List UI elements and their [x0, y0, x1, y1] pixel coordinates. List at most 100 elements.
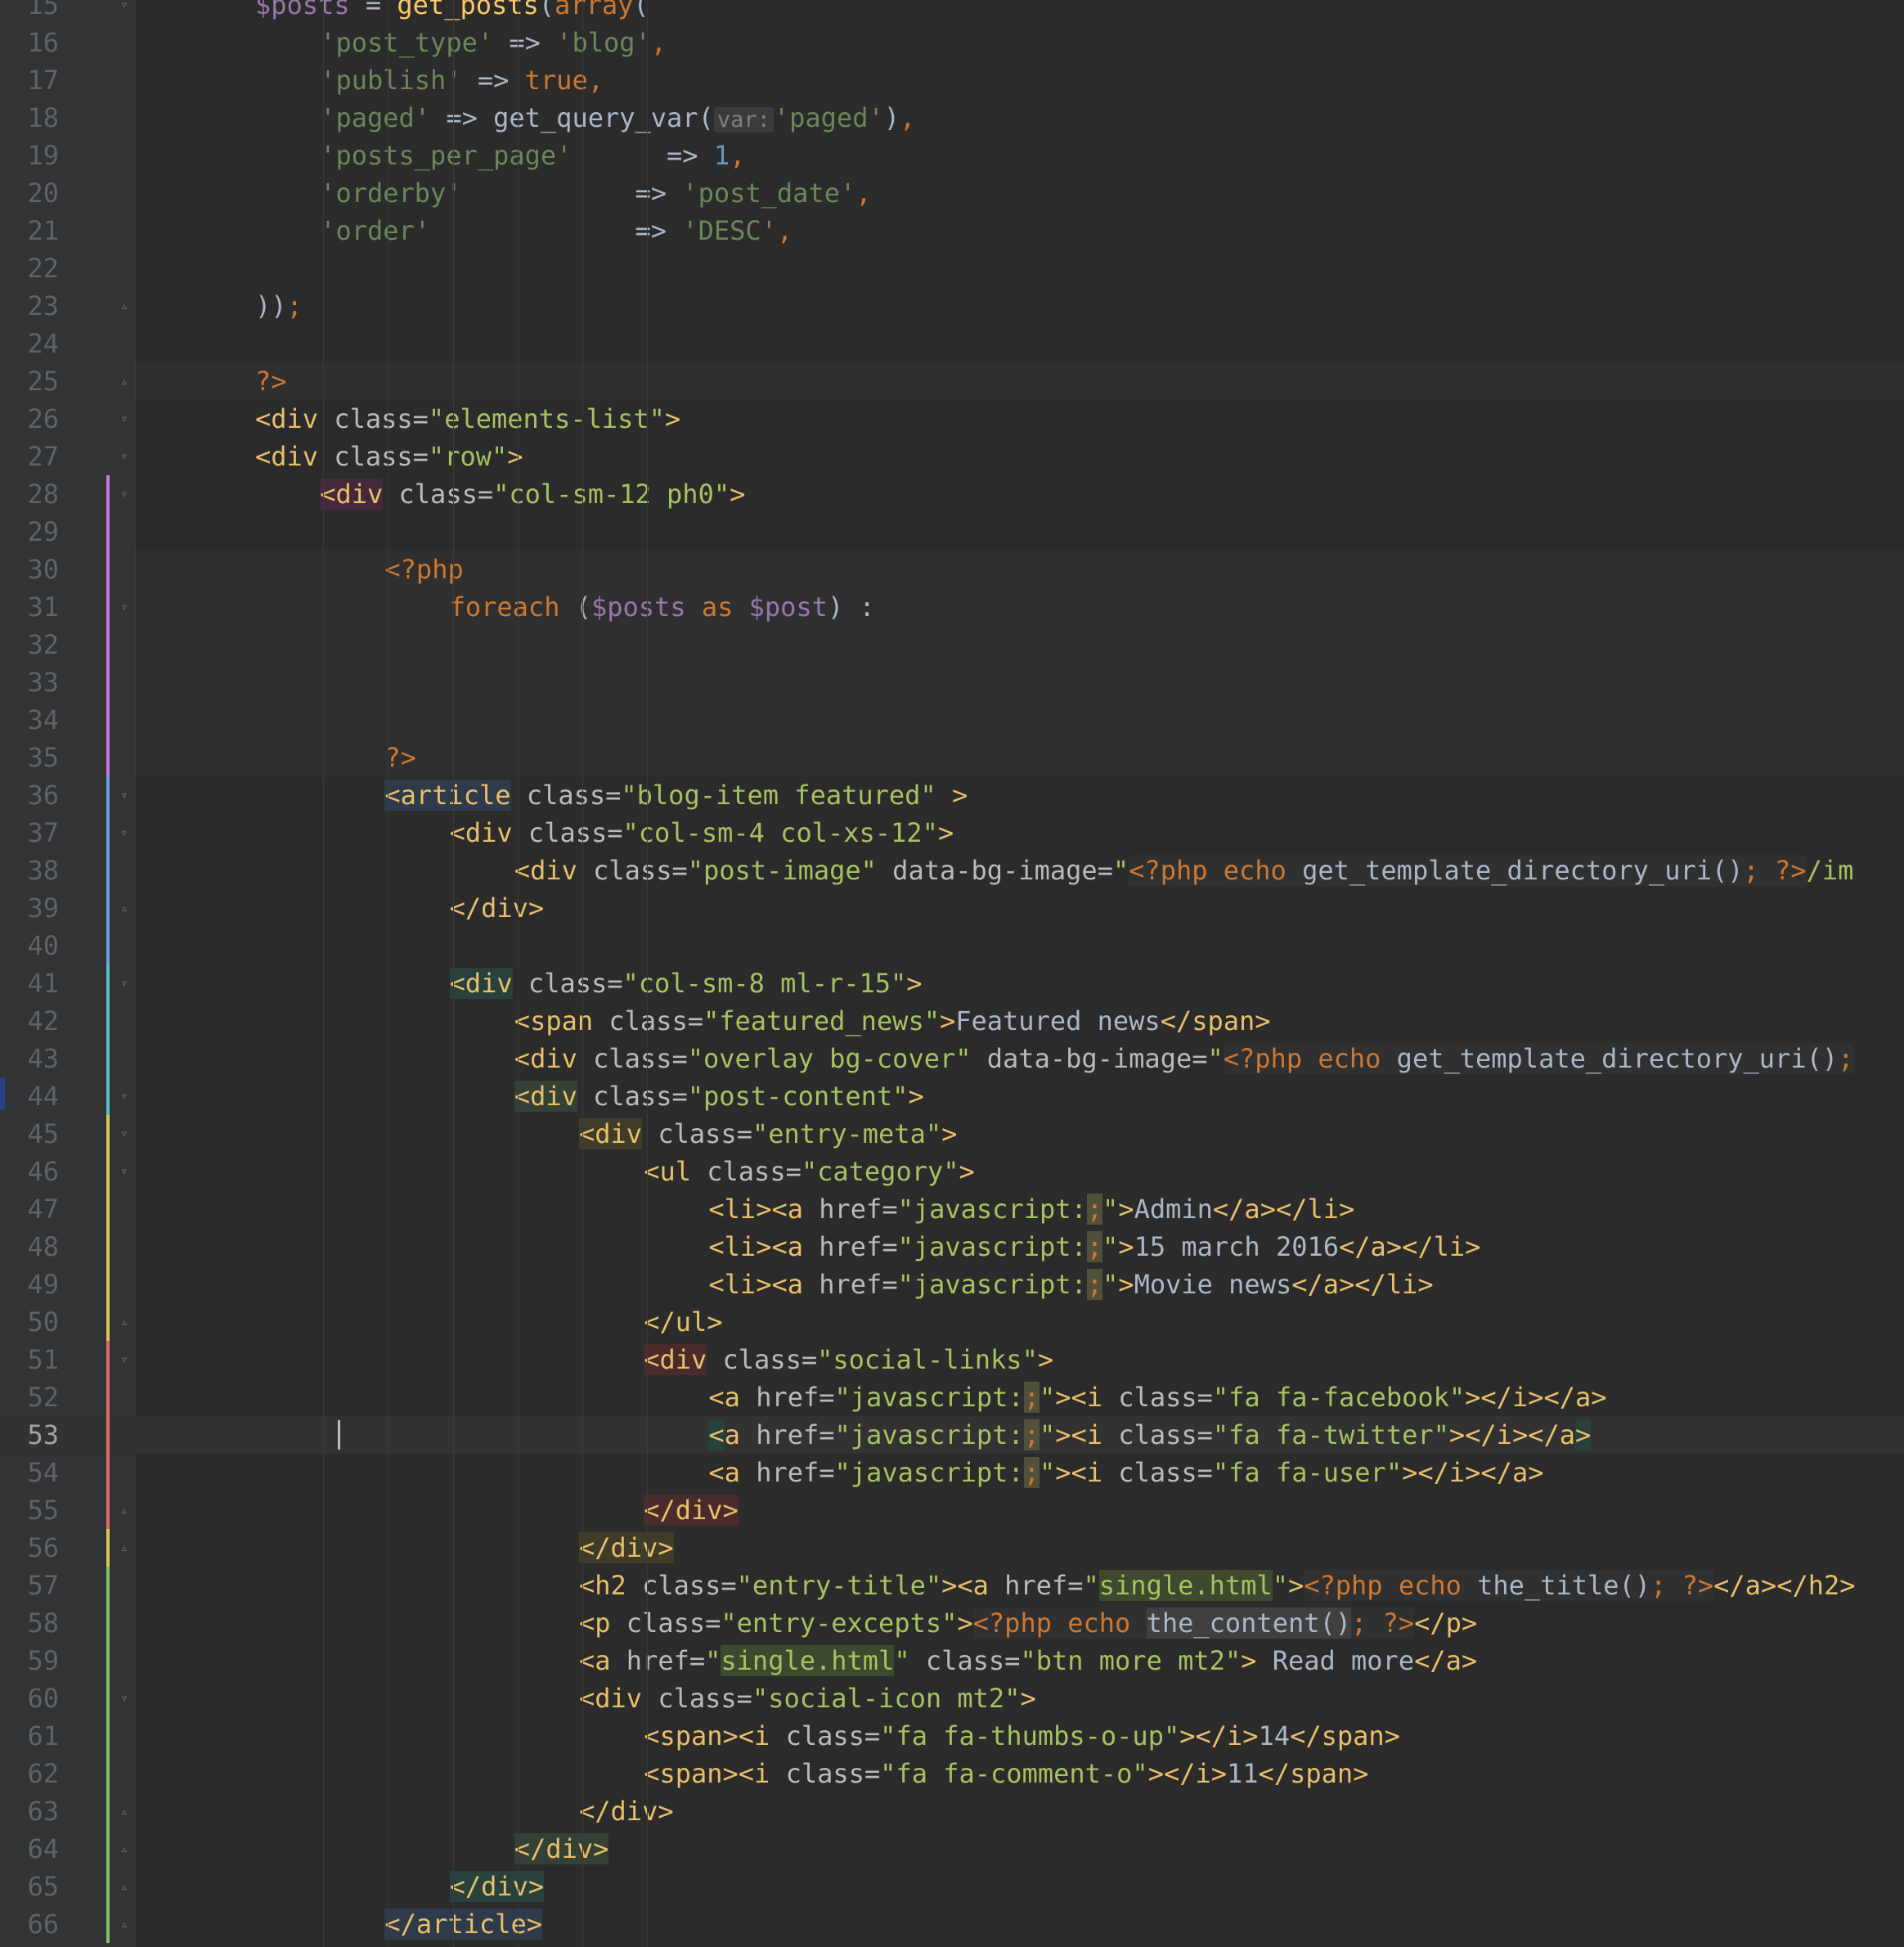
code-text[interactable]: ?> [255, 362, 287, 400]
code-line[interactable]: 15 ▿ $posts = get_posts(array( [0, 0, 1904, 24]
code-text[interactable]: 'post_type' => 'blog', [320, 24, 667, 61]
code-text[interactable]: <div class="entry-meta"> [579, 1115, 957, 1153]
code-line[interactable]: 51 ▿ <div class="social-links"> [0, 1341, 1904, 1378]
code-line[interactable]: 29 [0, 513, 1904, 551]
code-text[interactable]: <li><a href="javascript:;">15 march 2016… [708, 1228, 1480, 1266]
code-line[interactable]: 33 [0, 663, 1904, 701]
code-line[interactable]: 36 ▿ <article class="blog-item featured" > [0, 776, 1904, 814]
code-line[interactable]: 56 ▵ </div> [0, 1529, 1904, 1567]
code-line[interactable]: 19 'posts_per_page' => 1, [0, 137, 1904, 174]
fold-start-icon[interactable]: ▿ [117, 825, 132, 840]
code-text[interactable]: <div class="col-sm-12 ph0"> [320, 475, 745, 513]
code-line[interactable]: 38 <div class="post-image" data-bg-image=… [0, 852, 1904, 889]
code-line[interactable]: 42 <span class="featured_news">Featured n… [0, 1002, 1904, 1040]
code-line[interactable]: 28 ▿ <div class="col-sm-12 ph0"> [0, 475, 1904, 513]
code-text[interactable]: ?> [384, 739, 416, 776]
code-text[interactable]: <div class="col-sm-4 col-xs-12"> [450, 814, 954, 852]
code-text[interactable]: <a href="javascript:;"><i class="fa fa-t… [708, 1416, 1592, 1454]
code-line[interactable]: 41 ▿ <div class="col-sm-8 ml-r-15"> [0, 965, 1904, 1002]
code-line[interactable]: 20 'orderby' => 'post_date', [0, 174, 1904, 212]
fold-start-icon[interactable]: ▿ [117, 788, 132, 803]
code-line[interactable]: 48 <li><a href="javascript:;">15 march 20… [0, 1228, 1904, 1266]
code-text[interactable]: <?php [384, 551, 463, 588]
code-text[interactable]: <p class="entry-excepts"><?php echo the_… [579, 1604, 1477, 1642]
code-text[interactable]: </div> [449, 1868, 545, 1905]
code-text[interactable]: </div> [450, 889, 545, 927]
fold-end-icon[interactable]: ▵ [117, 1804, 132, 1819]
code-text[interactable]: </div> [644, 1491, 739, 1529]
code-text[interactable]: <a href="javascript:;"><i class="fa fa-f… [708, 1378, 1607, 1416]
code-line[interactable]: 25 ▵ ?> [0, 362, 1904, 400]
code-editor[interactable]: 15 ▿ $posts = get_posts(array(16'post_type… [0, 0, 1904, 1947]
code-text[interactable]: <div class="social-links"> [644, 1341, 1053, 1378]
code-line[interactable]: 35 ?> [0, 739, 1904, 776]
code-text[interactable]: <div class="overlay bg-cover" data-bg-im… [514, 1040, 1854, 1077]
code-line[interactable]: 30 <?php [0, 551, 1904, 588]
code-text[interactable]: <li><a href="javascript:;">Admin</a></li… [708, 1190, 1354, 1228]
code-line[interactable]: 47 <li><a href="javascript:;">Admin</a></… [0, 1190, 1904, 1228]
fold-end-icon[interactable]: ▵ [117, 1879, 132, 1894]
code-line[interactable]: 64 ▵ </div> [0, 1830, 1904, 1868]
code-line[interactable]: 55 ▵ </div> [0, 1491, 1904, 1529]
code-text[interactable]: </article> [384, 1905, 543, 1943]
fold-end-icon[interactable]: ▵ [117, 299, 132, 313]
fold-start-icon[interactable]: ▿ [117, 487, 132, 501]
code-text[interactable]: foreach ($posts as $post) : [450, 588, 875, 626]
fold-start-icon[interactable]: ▿ [117, 449, 132, 464]
code-text[interactable]: 'orderby' => 'post_date', [320, 174, 871, 212]
code-text[interactable]: <div class="col-sm-8 ml-r-15"> [449, 965, 923, 1002]
code-text[interactable]: <a href="javascript:;"><i class="fa fa-u… [708, 1454, 1543, 1491]
fold-start-icon[interactable]: ▿ [117, 1164, 132, 1179]
code-line[interactable]: 50 ▵ </ul> [0, 1303, 1904, 1341]
code-text[interactable]: <article class="blog-item featured" > [384, 776, 968, 814]
code-text[interactable]: <div class="elements-list"> [255, 400, 680, 438]
fold-start-icon[interactable]: ▿ [117, 411, 132, 426]
code-text[interactable]: 'posts_per_page' => 1, [320, 137, 745, 174]
fold-start-icon[interactable]: ▿ [117, 1089, 132, 1104]
code-line[interactable]: 39 ▵ </div> [0, 889, 1904, 927]
fold-start-icon[interactable]: ▿ [117, 1691, 132, 1706]
code-text[interactable]: <span><i class="fa fa-comment-o"></i>11<… [644, 1755, 1368, 1792]
code-line[interactable]: 37 ▿ <div class="col-sm-4 col-xs-12"> [0, 814, 1904, 852]
code-line[interactable]: 26 ▿ <div class="elements-list"> [0, 400, 1904, 438]
code-text[interactable]: <a href="single.html" class="btn more mt… [579, 1642, 1477, 1679]
code-text[interactable]: </div> [579, 1529, 674, 1567]
code-line[interactable]: 18'paged' => get_query_var(var:'paged'), [0, 99, 1904, 137]
fold-start-icon[interactable]: ▿ [117, 976, 132, 991]
code-line[interactable]: 46 ▿ <ul class="category"> [0, 1153, 1904, 1190]
code-line[interactable]: 60 ▿ <div class="social-icon mt2"> [0, 1679, 1904, 1717]
code-line[interactable]: 58 <p class="entry-excepts"><?php echo th… [0, 1604, 1904, 1642]
code-line[interactable]: 59 <a href="single.html" class="btn more … [0, 1642, 1904, 1679]
code-line[interactable]: 61 <span><i class="fa fa-thumbs-o-up"></i… [0, 1717, 1904, 1755]
code-text[interactable]: <li><a href="javascript:;">Movie news</a… [708, 1266, 1434, 1303]
fold-start-icon[interactable]: ▿ [117, 1352, 132, 1367]
code-line[interactable]: 34 [0, 701, 1904, 739]
code-line[interactable]: 45 ▿ <div class="entry-meta"> [0, 1115, 1904, 1153]
code-line[interactable]: 27 ▿ <div class="row"> [0, 438, 1904, 475]
code-text[interactable]: </div> [514, 1830, 609, 1868]
code-line[interactable]: 22 [0, 250, 1904, 287]
fold-end-icon[interactable]: ▵ [117, 1540, 132, 1555]
fold-end-icon[interactable]: ▵ [117, 901, 132, 915]
fold-start-icon[interactable]: ▿ [117, 1126, 132, 1141]
code-line[interactable]: 53 <a href="javascript:;"><i class="fa fa… [0, 1416, 1904, 1454]
code-text[interactable]: <h2 class="entry-title"><a href="single.… [579, 1567, 1856, 1604]
code-line[interactable]: 62 <span><i class="fa fa-comment-o"></i>1… [0, 1755, 1904, 1792]
code-text[interactable]: </div> [579, 1792, 674, 1830]
code-line[interactable]: 17 'publish' => true, [0, 61, 1904, 99]
code-line[interactable]: 31 ▿ foreach ($posts as $post) : [0, 588, 1904, 626]
code-line[interactable]: 66 ▵ </article> [0, 1905, 1904, 1943]
code-line[interactable]: 24 [0, 325, 1904, 362]
code-text[interactable]: <div class="post-image" data-bg-image="<… [514, 852, 1853, 889]
fold-end-icon[interactable]: ▵ [117, 1917, 132, 1931]
code-line[interactable]: 43 <div class="overlay bg-cover" data-bg-… [0, 1040, 1904, 1077]
code-line[interactable]: 32 [0, 626, 1904, 663]
code-text[interactable]: <ul class="category"> [644, 1153, 975, 1190]
fold-end-icon[interactable]: ▵ [117, 1503, 132, 1518]
code-line[interactable]: 54 <a href="javascript:;"><i class="fa fa… [0, 1454, 1904, 1491]
fold-start-icon[interactable]: ▿ [117, 600, 132, 614]
code-text[interactable]: 'order' => 'DESC', [320, 212, 793, 250]
fold-end-icon[interactable]: ▵ [117, 374, 132, 389]
code-text[interactable]: <span><i class="fa fa-thumbs-o-up"></i>1… [644, 1717, 1400, 1755]
code-line[interactable]: 23 ▵)); [0, 287, 1904, 325]
